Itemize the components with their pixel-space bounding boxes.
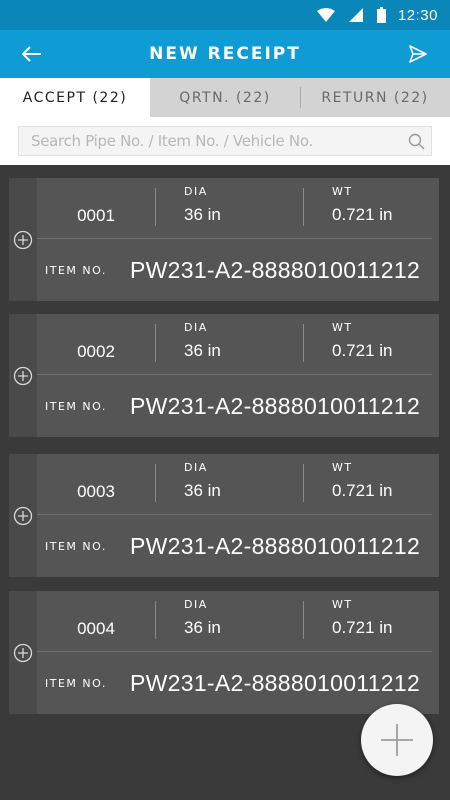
item-no-value: PW231-A2-8888010011212	[130, 256, 421, 283]
item-no-label: ITEM NO.	[45, 263, 107, 277]
card-body: 0002 DIA 36 in WT 0.721 in ITEM NO. PW231-…	[37, 314, 439, 437]
wt-value: 0.721 in	[332, 205, 393, 224]
item-no-value: PW231-A2-8888010011212	[130, 392, 421, 419]
tab-accept[interactable]: ACCEPT (22)	[0, 78, 150, 117]
card-body: 0001 DIA 36 in WT 0.721 in ITEM NO. PW231-…	[37, 178, 439, 301]
wifi-icon	[316, 8, 335, 22]
wt-label: WT	[332, 185, 353, 198]
dia-value: 36 in	[184, 341, 221, 360]
page-title: NEW RECEIPT	[149, 44, 301, 64]
send-button[interactable]	[386, 30, 450, 78]
expand-button[interactable]	[9, 454, 37, 577]
dia-value: 36 in	[184, 481, 221, 500]
add-button[interactable]	[361, 704, 433, 776]
expand-button[interactable]	[9, 591, 37, 714]
list-item[interactable]: 0001 DIA 36 in WT 0.721 in ITEM NO. PW231-…	[9, 178, 439, 301]
dia-label: DIA	[184, 598, 208, 611]
dia-label: DIA	[184, 461, 208, 474]
wt-label: WT	[332, 321, 353, 334]
wt-value: 0.721 in	[332, 618, 393, 637]
back-button[interactable]	[0, 30, 64, 78]
wt-value: 0.721 in	[332, 341, 393, 360]
search-icon[interactable]	[401, 133, 431, 150]
list-item[interactable]: 0002 DIA 36 in WT 0.721 in ITEM NO. PW231-…	[9, 314, 439, 437]
item-no-label: ITEM NO.	[45, 399, 107, 413]
signal-icon	[348, 8, 363, 22]
wt-value: 0.721 in	[332, 481, 393, 500]
plus-circle-icon	[13, 643, 33, 662]
tab-return[interactable]: RETURN (22)	[300, 78, 450, 117]
card-body: 0004 DIA 36 in WT 0.721 in ITEM NO. PW231-…	[37, 591, 439, 714]
back-arrow-icon	[22, 46, 41, 62]
wt-label: WT	[332, 598, 353, 611]
dia-label: DIA	[184, 185, 208, 198]
item-no-value: PW231-A2-8888010011212	[130, 669, 421, 696]
plus-circle-icon	[13, 366, 33, 385]
status-bar: 12:30	[0, 0, 450, 30]
battery-icon	[376, 7, 386, 23]
list-item[interactable]: 0004 DIA 36 in WT 0.721 in ITEM NO. PW231-…	[9, 591, 439, 714]
dia-value: 36 in	[184, 618, 221, 637]
wt-label: WT	[332, 461, 353, 474]
card-body: 0003 DIA 36 in WT 0.721 in ITEM NO. PW231-…	[37, 454, 439, 577]
receipt-list: 0001 DIA 36 in WT 0.721 in ITEM NO. PW231-…	[0, 165, 450, 800]
send-icon	[409, 45, 427, 63]
tab-qrtn[interactable]: QRTN. (22)	[150, 78, 300, 117]
plus-circle-icon	[13, 230, 33, 249]
plus-icon	[381, 724, 413, 756]
expand-button[interactable]	[9, 314, 37, 437]
item-no-label: ITEM NO.	[45, 676, 107, 690]
tab-bar: ACCEPT (22) QRTN. (22) RETURN (22)	[0, 78, 450, 117]
status-time: 12:30	[397, 6, 438, 24]
pipe-number: 0003	[77, 482, 115, 501]
search-input[interactable]	[31, 132, 401, 150]
item-no-label: ITEM NO.	[45, 539, 107, 553]
dia-value: 36 in	[184, 205, 221, 224]
dia-label: DIA	[184, 321, 208, 334]
search-box	[18, 126, 432, 156]
plus-circle-icon	[13, 506, 33, 525]
pipe-number: 0004	[77, 619, 115, 638]
pipe-number: 0001	[77, 206, 115, 225]
list-item[interactable]: 0003 DIA 36 in WT 0.721 in ITEM NO. PW231-…	[9, 454, 439, 577]
search-area	[0, 117, 450, 165]
expand-button[interactable]	[9, 178, 37, 301]
pipe-number: 0002	[77, 342, 115, 361]
item-no-value: PW231-A2-8888010011212	[130, 532, 421, 559]
app-bar: NEW RECEIPT	[0, 30, 450, 78]
